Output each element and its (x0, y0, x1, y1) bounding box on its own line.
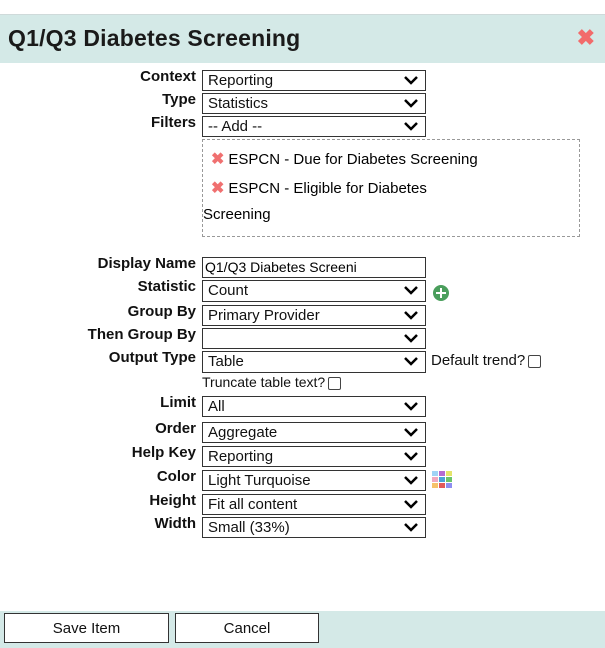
context-value: Reporting (208, 72, 274, 89)
chevron-down-icon (404, 311, 418, 320)
default-trend-label: Default trend? (431, 352, 526, 369)
close-icon[interactable]: ✖ (577, 27, 595, 49)
dialog-title: Q1/Q3 Diabetes Screening (8, 25, 301, 51)
statistic-value: Count (208, 282, 249, 299)
height-label: Height (149, 492, 196, 509)
filter-item: ✖ ESPCN - Eligible for Diabetes (211, 178, 427, 198)
chevron-down-icon (404, 476, 418, 485)
display-name-label: Display Name (97, 255, 196, 272)
truncate-option: Truncate table text? (202, 374, 342, 390)
chevron-down-icon (404, 500, 418, 509)
default-trend-checkbox[interactable] (528, 354, 542, 368)
chevron-down-icon (404, 99, 418, 108)
dialog-footer: Save Item Cancel (0, 611, 605, 648)
limit-value: All (208, 398, 225, 415)
filter-item-continuation: Screening (203, 206, 271, 223)
filters-label: Filters (150, 114, 196, 131)
color-select[interactable]: Light Turquoise (202, 470, 426, 491)
save-item-button[interactable]: Save Item (4, 613, 169, 643)
filter-item: ✖ ESPCN - Due for Diabetes Screening (211, 149, 478, 169)
filter-item-label: ESPCN - Due for Diabetes Screening (228, 151, 478, 168)
output-type-select[interactable]: Table (202, 351, 426, 373)
group-by-value: Primary Provider (208, 307, 320, 324)
filters-add-select[interactable]: -- Add -- (202, 116, 426, 137)
display-name-input[interactable]: Q1/Q3 Diabetes Screeni (202, 257, 426, 278)
chevron-down-icon (404, 452, 418, 461)
height-select[interactable]: Fit all content (202, 494, 426, 515)
context-select[interactable]: Reporting (202, 70, 426, 91)
type-label: Type (162, 91, 196, 108)
statistic-select[interactable]: Count (202, 280, 426, 302)
help-key-value: Reporting (208, 448, 274, 465)
chevron-down-icon (404, 357, 418, 366)
height-value: Fit all content (208, 496, 298, 513)
truncate-label: Truncate table text? (202, 374, 326, 390)
then-group-by-label: Then Group By (87, 326, 196, 343)
chevron-down-icon (404, 286, 418, 295)
add-statistic-icon[interactable] (433, 285, 449, 301)
cancel-button[interactable]: Cancel (175, 613, 319, 643)
type-select[interactable]: Statistics (202, 93, 426, 114)
chevron-down-icon (404, 523, 418, 532)
statistic-label: Statistic (137, 278, 196, 295)
type-value: Statistics (208, 95, 269, 112)
filter-item-label: ESPCN - Eligible for Diabetes (228, 180, 427, 197)
remove-filter-icon[interactable]: ✖ (211, 180, 224, 197)
chevron-down-icon (404, 122, 418, 131)
output-type-label: Output Type (108, 349, 196, 366)
truncate-checkbox[interactable] (328, 376, 342, 390)
chevron-down-icon (404, 402, 418, 411)
chevron-down-icon (404, 334, 418, 343)
order-select[interactable]: Aggregate (202, 422, 426, 443)
context-label: Context (140, 68, 196, 85)
order-label: Order (155, 420, 196, 437)
limit-select[interactable]: All (202, 396, 426, 417)
help-key-label: Help Key (131, 444, 196, 461)
help-key-select[interactable]: Reporting (202, 446, 426, 467)
width-label: Width (154, 515, 196, 532)
filters-add-value: -- Add -- (208, 118, 263, 135)
color-palette-icon[interactable] (431, 469, 457, 491)
group-by-label: Group By (127, 303, 196, 320)
filters-list: ✖ ESPCN - Due for Diabetes Screening ✖ ESP… (202, 139, 580, 237)
output-type-value: Table (208, 353, 244, 370)
default-trend-option: Default trend? (431, 352, 542, 369)
width-value: Small (33%) (208, 519, 290, 536)
limit-label: Limit (160, 394, 196, 411)
dialog-titlebar: Q1/Q3 Diabetes Screening ✖ (0, 15, 605, 63)
chevron-down-icon (404, 428, 418, 437)
chevron-down-icon (404, 76, 418, 85)
color-label: Color (156, 468, 196, 485)
then-group-by-select[interactable] (202, 328, 426, 349)
order-value: Aggregate (208, 424, 278, 441)
group-by-select[interactable]: Primary Provider (202, 305, 426, 326)
edit-item-dialog: Q1/Q3 Diabetes Screening ✖ Context Repor… (0, 14, 605, 648)
remove-filter-icon[interactable]: ✖ (211, 151, 224, 168)
width-select[interactable]: Small (33%) (202, 517, 426, 538)
color-value: Light Turquoise (208, 472, 311, 489)
